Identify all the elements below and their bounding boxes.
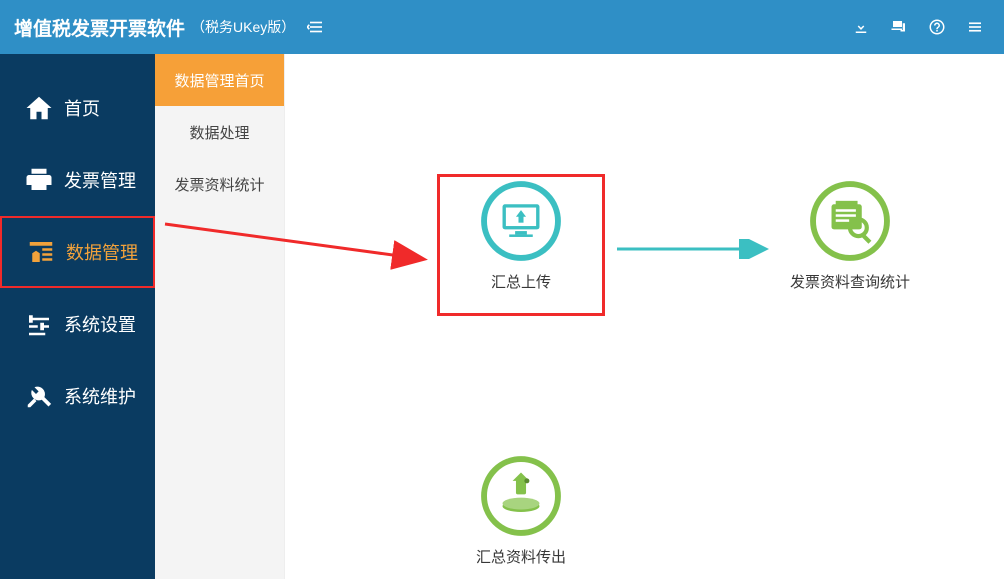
nav-label: 系统设置: [64, 311, 136, 337]
tile-export[interactable]: 汇总资料传出: [446, 454, 596, 567]
tools-icon: [24, 381, 54, 411]
sub-data-home[interactable]: 数据管理首页: [155, 54, 284, 106]
tile-upload[interactable]: 汇总上传: [446, 179, 596, 292]
main-layout: 首页 发票管理 数据管理 系统设置 系统维护: [0, 54, 1004, 579]
nav-label: 首页: [64, 95, 100, 121]
home-icon: [24, 93, 54, 123]
download-icon[interactable]: [852, 18, 870, 36]
menu-icon[interactable]: [966, 18, 984, 36]
nav-invoice-mgmt[interactable]: 发票管理: [0, 144, 155, 216]
nav-data-mgmt[interactable]: 数据管理: [0, 216, 155, 288]
tile-label: 汇总上传: [446, 271, 596, 292]
content-panel: 汇总上传: [285, 54, 1004, 579]
top-right-actions: [852, 18, 996, 36]
top-bar: 增值税发票开票软件 （税务UKey版）: [0, 0, 1004, 54]
sub-label: 数据管理首页: [174, 70, 264, 91]
nav-label: 发票管理: [64, 167, 136, 193]
nav-label: 系统维护: [64, 383, 136, 409]
nav-home[interactable]: 首页: [0, 72, 155, 144]
app-title: 增值税发票开票软件: [14, 14, 185, 41]
tile-query[interactable]: 发票资料查询统计: [775, 179, 925, 292]
nav-settings[interactable]: 系统设置: [0, 288, 155, 360]
query-circle-icon: [808, 179, 892, 263]
tile-label: 发票资料查询统计: [775, 271, 925, 292]
tile-label: 汇总资料传出: [446, 546, 596, 567]
nav-label: 数据管理: [66, 239, 138, 265]
flow-arrow-icon: [615, 239, 775, 259]
data-icon: [26, 237, 56, 267]
sub-label: 数据处理: [189, 122, 249, 143]
sub-label: 发票资料统计: [174, 174, 264, 195]
sub-data-process[interactable]: 数据处理: [155, 106, 284, 158]
devices-icon[interactable]: [890, 18, 908, 36]
collapse-menu-icon[interactable]: [307, 18, 325, 36]
sidebar: 首页 发票管理 数据管理 系统设置 系统维护: [0, 54, 155, 579]
sub-sidebar: 数据管理首页 数据处理 发票资料统计: [155, 54, 285, 579]
help-icon[interactable]: [928, 18, 946, 36]
nav-maintenance[interactable]: 系统维护: [0, 360, 155, 432]
export-circle-icon: [479, 454, 563, 538]
sub-invoice-stats[interactable]: 发票资料统计: [155, 158, 284, 210]
sliders-icon: [24, 309, 54, 339]
app-subtitle: （税务UKey版）: [191, 17, 295, 37]
upload-circle-icon: [479, 179, 563, 263]
printer-icon: [24, 165, 54, 195]
